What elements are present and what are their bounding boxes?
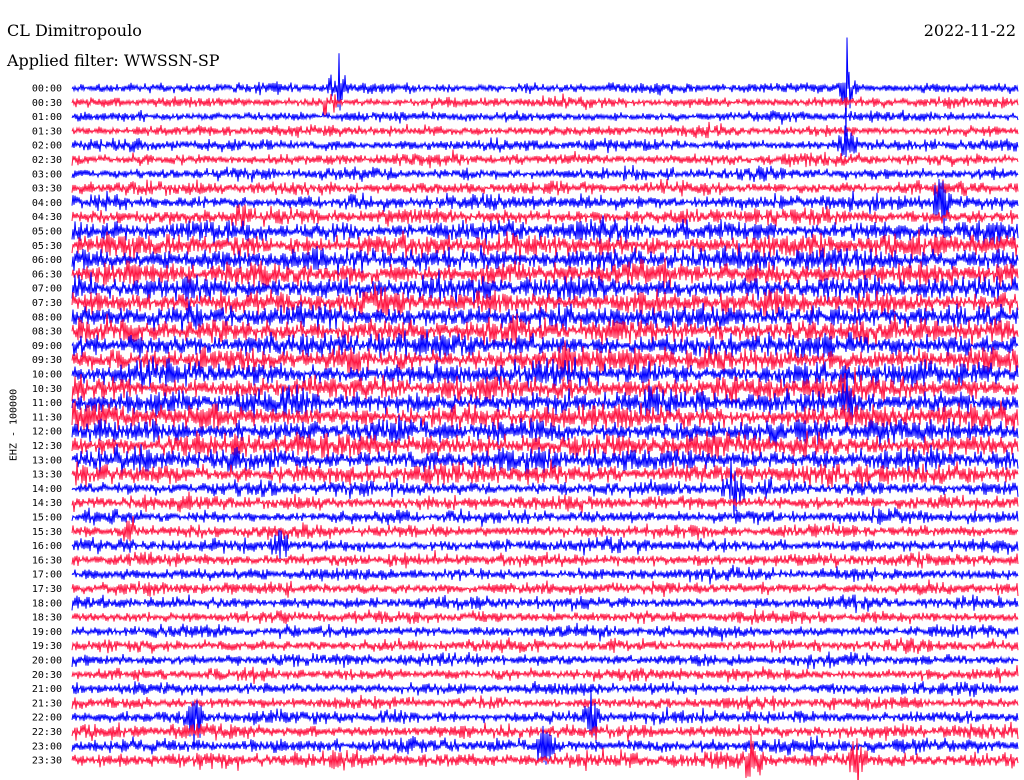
trace-row-1800 <box>71 594 1019 614</box>
row-label-0330: 03:30 <box>32 184 62 195</box>
row-label-0830: 08:30 <box>32 327 62 338</box>
row-label-1800: 18:00 <box>32 598 62 609</box>
row-label-1300: 13:00 <box>32 455 62 466</box>
row-label-1100: 11:00 <box>32 398 62 409</box>
row-label-0000: 00:00 <box>32 84 62 95</box>
trace-row-1600 <box>71 529 1019 559</box>
row-label-0430: 04:30 <box>32 212 62 223</box>
helicorder-page: CL Dimitropoulo Applied filter: WWSSN-SP… <box>0 0 1024 780</box>
trace-row-0300 <box>71 164 1019 183</box>
row-label-2000: 20:00 <box>32 656 62 667</box>
row-label-0900: 09:00 <box>32 341 62 352</box>
row-label-1230: 12:30 <box>32 441 62 452</box>
trace-row-0100 <box>71 109 1019 125</box>
row-label-0530: 05:30 <box>32 241 62 252</box>
row-label-0930: 09:30 <box>32 355 62 366</box>
row-label-1200: 12:00 <box>32 427 62 438</box>
row-label-0500: 05:00 <box>32 227 62 238</box>
row-label-0130: 01:30 <box>32 126 62 137</box>
row-label-0730: 07:30 <box>32 298 62 309</box>
row-label-1500: 15:00 <box>32 513 62 524</box>
trace-row-0000 <box>71 37 1019 137</box>
row-label-0030: 00:30 <box>32 98 62 109</box>
trace-row-1900 <box>71 622 1019 642</box>
row-label-1430: 14:30 <box>32 498 62 509</box>
trace-row-2030 <box>71 665 1019 685</box>
row-label-1330: 13:30 <box>32 470 62 481</box>
trace-row-0030 <box>71 93 1019 118</box>
row-label-2100: 21:00 <box>32 684 62 695</box>
trace-row-1830 <box>71 608 1019 625</box>
row-label-2230: 22:30 <box>32 727 62 738</box>
row-label-1530: 15:30 <box>32 527 62 538</box>
row-label-2330: 23:30 <box>32 756 62 767</box>
trace-row-2000 <box>71 651 1019 670</box>
row-label-1030: 10:30 <box>32 384 62 395</box>
row-label-2200: 22:00 <box>32 713 62 724</box>
row-label-1130: 11:30 <box>32 412 62 423</box>
row-label-0600: 06:00 <box>32 255 62 266</box>
row-label-1730: 17:30 <box>32 584 62 595</box>
helicorder-plot: 00:00 00:30 01:00 01:30 02:00 02:30 03:00 03:30… <box>32 37 1019 780</box>
row-label-1830: 18:30 <box>32 613 62 624</box>
trace-row-1930 <box>71 637 1019 655</box>
row-label-0300: 03:00 <box>32 169 62 180</box>
row-label-0400: 04:00 <box>32 198 62 209</box>
row-label-1000: 10:00 <box>32 370 62 381</box>
trace-row-0130 <box>71 121 1019 139</box>
row-label-0800: 08:00 <box>32 312 62 323</box>
row-label-1630: 16:30 <box>32 555 62 566</box>
trace-row-1630 <box>71 550 1019 569</box>
trace-row-1500 <box>71 506 1019 527</box>
row-label-0700: 07:00 <box>32 284 62 295</box>
row-label-1400: 14:00 <box>32 484 62 495</box>
row-label-1600: 16:00 <box>32 541 62 552</box>
trace-row-1700 <box>71 564 1019 585</box>
row-label-2130: 21:30 <box>32 698 62 709</box>
row-label-1930: 19:30 <box>32 641 62 652</box>
row-label-0630: 06:30 <box>32 269 62 280</box>
row-label-2030: 20:30 <box>32 670 62 681</box>
trace-row-1730 <box>71 579 1019 598</box>
trace-row-2130 <box>71 694 1019 712</box>
row-label-0230: 02:30 <box>32 155 62 166</box>
traces-layer <box>71 37 1019 780</box>
row-label-1900: 19:00 <box>32 627 62 638</box>
trace-row-2100 <box>71 680 1019 698</box>
trace-row-0330 <box>71 178 1019 198</box>
row-labels-layer: 00:00 00:30 01:00 01:30 02:00 02:30 03:00 03:30… <box>32 84 62 767</box>
row-label-0200: 02:00 <box>32 141 62 152</box>
trace-row-0230 <box>71 149 1019 169</box>
row-label-0100: 01:00 <box>32 112 62 123</box>
row-label-1700: 17:00 <box>32 570 62 581</box>
row-label-2300: 23:00 <box>32 741 62 752</box>
